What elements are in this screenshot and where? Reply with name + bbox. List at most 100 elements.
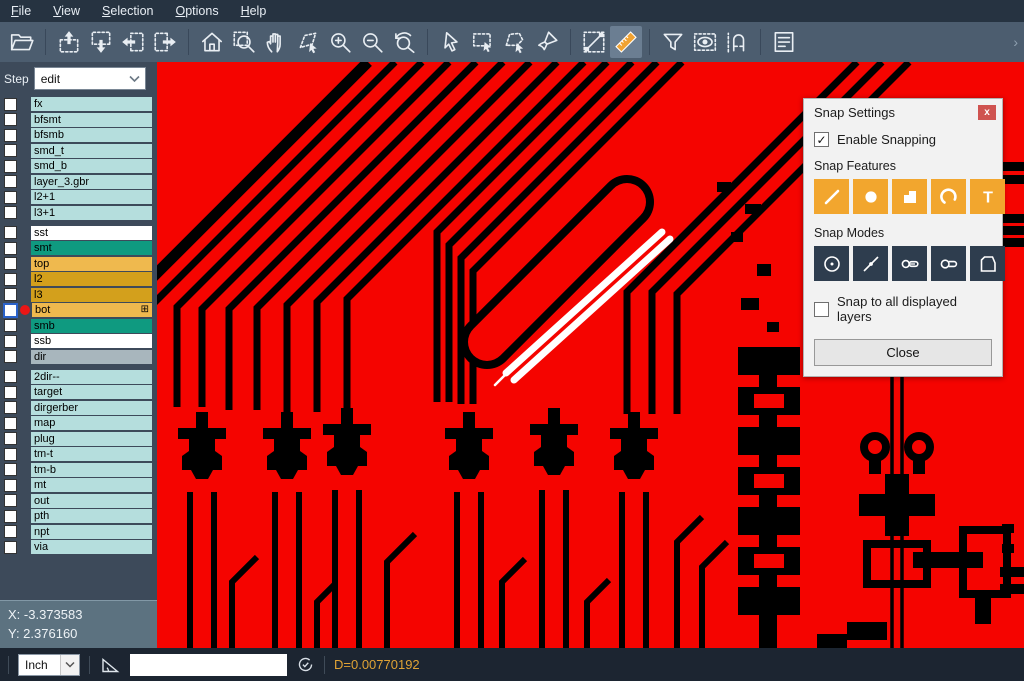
layer-visibility-checkbox[interactable] xyxy=(4,510,17,523)
layer-name[interactable]: ssb xyxy=(31,334,152,348)
layer-name[interactable]: fx xyxy=(31,97,152,111)
select-arrow-button[interactable] xyxy=(435,26,467,58)
zoom-home-button[interactable] xyxy=(196,26,228,58)
filter-button[interactable] xyxy=(657,26,689,58)
layer-visibility-checkbox[interactable] xyxy=(4,257,17,270)
layer-name[interactable]: sst xyxy=(31,226,152,240)
layer-name[interactable]: top xyxy=(31,257,152,271)
layer-name[interactable]: smb xyxy=(31,319,152,333)
show-hide-button[interactable] xyxy=(689,26,721,58)
layer-name[interactable]: dir xyxy=(31,350,152,364)
layer-visibility-checkbox[interactable] xyxy=(4,242,17,255)
menu-help[interactable]: Help xyxy=(230,2,278,20)
layer-visibility-checkbox[interactable] xyxy=(4,479,17,492)
select-polygon-button[interactable] xyxy=(499,26,531,58)
layer-visibility-checkbox[interactable] xyxy=(4,541,17,554)
layer-visibility-checkbox[interactable] xyxy=(4,350,17,363)
unit-select[interactable]: Inch xyxy=(18,654,80,676)
paint-brush-button[interactable] xyxy=(531,26,563,58)
layer-visibility-checkbox[interactable] xyxy=(4,370,17,383)
pcb-canvas[interactable]: Snap Settings x ✓ Enable Snapping Snap F… xyxy=(157,62,1024,648)
layer-name[interactable]: smt xyxy=(31,241,152,255)
layer-name[interactable]: npt xyxy=(31,525,152,539)
zoom-previous-button[interactable] xyxy=(388,26,420,58)
menu-options[interactable]: Options xyxy=(164,2,229,20)
select-rectangle-button[interactable] xyxy=(467,26,499,58)
layer-name[interactable]: tm-t xyxy=(31,447,152,461)
layer-name[interactable]: tm-b xyxy=(31,463,152,477)
layer-name[interactable]: plug xyxy=(31,432,152,446)
layer-name[interactable]: bfsmb xyxy=(31,128,152,142)
snap-all-layers-checkbox[interactable] xyxy=(814,302,829,317)
layer-name[interactable]: bfsmt xyxy=(31,113,152,127)
layer-visibility-checkbox[interactable] xyxy=(4,175,17,188)
layer-visibility-checkbox[interactable] xyxy=(4,191,17,204)
layer-visibility-checkbox[interactable] xyxy=(4,273,17,286)
snap-feature-pad-button[interactable] xyxy=(853,179,888,214)
layer-visibility-checkbox[interactable] xyxy=(4,98,17,111)
pan-down-button[interactable] xyxy=(85,26,117,58)
sync-check-icon[interactable] xyxy=(296,655,315,674)
snap-mode-center-button[interactable] xyxy=(814,246,849,281)
step-select[interactable]: edit xyxy=(34,67,146,90)
layer-name[interactable]: smd_t xyxy=(31,144,152,158)
layer-name[interactable]: layer_3.gbr xyxy=(31,175,152,189)
layer-visibility-checkbox[interactable] xyxy=(4,417,17,430)
toolbar-overflow-chevron[interactable]: › xyxy=(1013,34,1018,50)
layer-name[interactable]: mt xyxy=(31,478,152,492)
pan-right-button[interactable] xyxy=(149,26,181,58)
layer-visibility-checkbox[interactable] xyxy=(4,288,17,301)
layer-visibility-checkbox[interactable] xyxy=(3,303,18,318)
layer-visibility-checkbox[interactable] xyxy=(4,226,17,239)
pan-up-button[interactable] xyxy=(53,26,85,58)
layer-name[interactable]: out xyxy=(31,494,152,508)
snap-mode-point-on-line-button[interactable] xyxy=(853,246,888,281)
measure-point-to-point-button[interactable] xyxy=(578,26,610,58)
layer-name[interactable]: dirgerber xyxy=(31,401,152,415)
pan-left-button[interactable] xyxy=(117,26,149,58)
open-file-button[interactable] xyxy=(6,26,38,58)
snap-mode-pad-exit-button[interactable] xyxy=(931,246,966,281)
layer-name[interactable]: pth xyxy=(31,509,152,523)
snap-feature-text-button[interactable]: T xyxy=(970,179,1005,214)
zoom-window-button[interactable] xyxy=(228,26,260,58)
snap-button[interactable] xyxy=(721,26,753,58)
layer-visibility-checkbox[interactable] xyxy=(4,206,17,219)
layer-name[interactable]: smd_b xyxy=(31,159,152,173)
measure-input[interactable] xyxy=(130,654,287,676)
snap-mode-corner-button[interactable] xyxy=(970,246,1005,281)
layer-visibility-checkbox[interactable] xyxy=(4,386,17,399)
dialog-close-action-button[interactable]: Close xyxy=(814,339,992,366)
layer-visibility-checkbox[interactable] xyxy=(4,448,17,461)
menu-selection[interactable]: Selection xyxy=(91,2,164,20)
snap-feature-line-button[interactable] xyxy=(814,179,849,214)
layer-visibility-checkbox[interactable] xyxy=(4,335,17,348)
dialog-close-button[interactable]: x xyxy=(978,105,996,120)
layer-name[interactable]: target xyxy=(31,385,152,399)
layer-visibility-checkbox[interactable] xyxy=(4,463,17,476)
layer-visibility-checkbox[interactable] xyxy=(4,401,17,414)
enable-snapping-checkbox[interactable]: ✓ xyxy=(814,132,829,147)
layer-name[interactable]: l3 xyxy=(31,288,152,302)
layer-name[interactable]: bot⊞ xyxy=(32,303,152,317)
snap-feature-surface-button[interactable] xyxy=(892,179,927,214)
layer-visibility-checkbox[interactable] xyxy=(4,129,17,142)
layer-name[interactable]: 2dir-- xyxy=(31,370,152,384)
menu-view[interactable]: View xyxy=(42,2,91,20)
report-list-button[interactable] xyxy=(768,26,800,58)
zoom-in-button[interactable] xyxy=(324,26,356,58)
snap-feature-arc-button[interactable] xyxy=(931,179,966,214)
snap-mode-pad-entry-button[interactable] xyxy=(892,246,927,281)
layer-visibility-checkbox[interactable] xyxy=(4,494,17,507)
layer-visibility-checkbox[interactable] xyxy=(4,144,17,157)
menu-file[interactable]: File xyxy=(0,2,42,20)
layer-visibility-checkbox[interactable] xyxy=(4,113,17,126)
layer-name[interactable]: via xyxy=(31,540,152,554)
layer-visibility-checkbox[interactable] xyxy=(4,319,17,332)
move-vertex-button[interactable] xyxy=(292,26,324,58)
layer-name[interactable]: l2+1 xyxy=(31,190,152,204)
layer-visibility-checkbox[interactable] xyxy=(4,525,17,538)
layer-name[interactable]: l3+1 xyxy=(31,206,152,220)
zoom-out-button[interactable] xyxy=(356,26,388,58)
layer-visibility-checkbox[interactable] xyxy=(4,432,17,445)
